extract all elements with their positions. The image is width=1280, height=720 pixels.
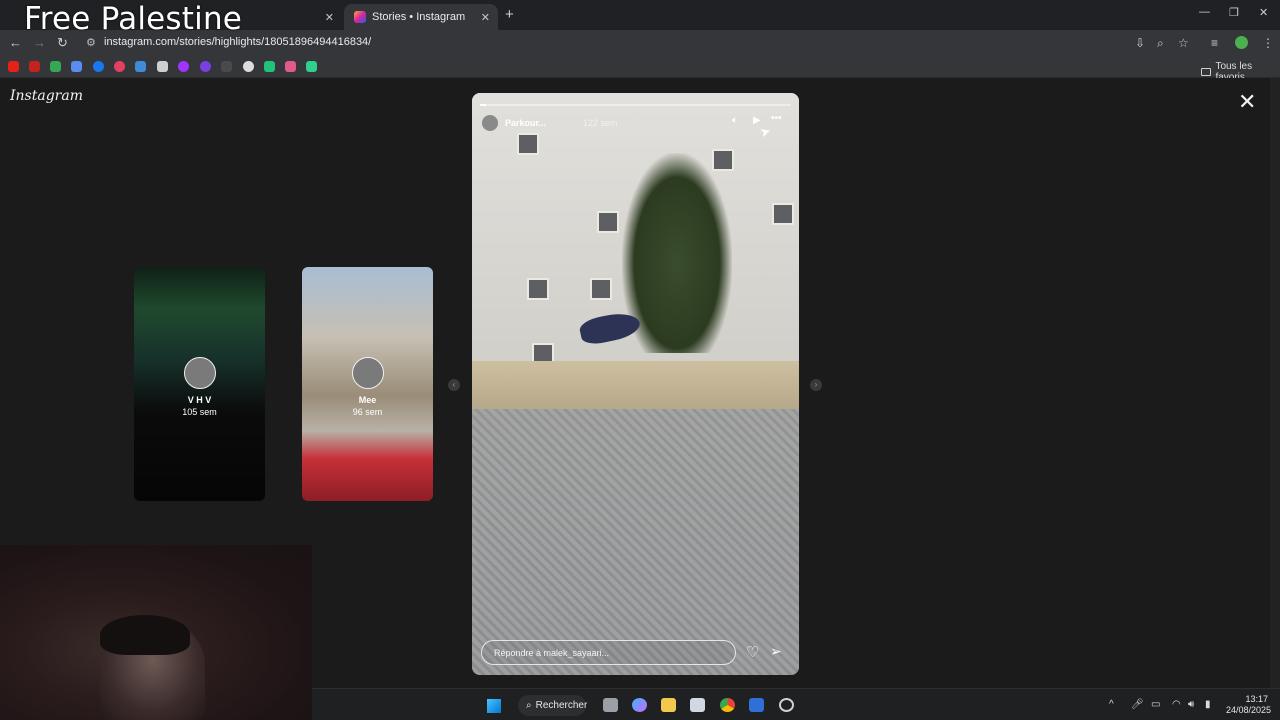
story-image-pavement [472,409,799,675]
instagram-favicon-icon [354,11,366,23]
chrome-icon[interactable] [720,698,735,712]
story-image-detail [527,278,549,300]
bookmark-site-icon[interactable] [157,61,168,72]
story-image [472,93,799,383]
battery-icon[interactable]: ▭ [1151,699,1160,710]
reply-input[interactable]: Répondre à malek_sayaari... [481,640,736,665]
bookmark-gmail-icon[interactable] [29,61,40,72]
editor-icon[interactable] [749,698,764,712]
send-icon[interactable]: ➢ [770,643,782,660]
tab-instagram-stories[interactable]: Stories • Instagram ✕ [344,4,498,30]
webcam-overlay [0,545,312,720]
story-progress-fill [480,104,487,106]
menu-icon[interactable]: ⋮ [1262,36,1274,50]
install-icon[interactable]: ⇩ [1135,36,1145,50]
bookmarks-bar: Tous les favoris [0,56,1280,83]
site-info-icon[interactable]: ⚙ [86,36,96,49]
close-window-icon[interactable]: ✕ [1259,6,1268,19]
story-image-detail [772,203,794,225]
story-image-detail [517,133,539,155]
show-hidden-icons-icon[interactable]: ^ [1109,699,1114,710]
side-story-time: 105 sem [182,407,217,417]
bookmark-youtube-icon[interactable] [8,61,19,72]
clock-date: 24/08/2025 [1226,705,1272,715]
folder-icon [1201,68,1212,76]
avatar [351,357,384,389]
story-image-detail [597,211,619,233]
heart-icon[interactable]: ♡ [746,643,759,661]
bookmark-facebook-icon[interactable] [93,61,104,72]
address-bar[interactable]: instagram.com/stories/highlights/1805189… [104,36,371,48]
wifi-icon[interactable]: ◠ [1172,699,1181,710]
taskbar-search[interactable]: ⌕ Rechercher [518,695,588,716]
story-image-detail [590,278,612,300]
avatar [183,357,216,389]
clock-time: 13:17 [1245,694,1268,704]
story-username[interactable]: Parkour... [505,118,546,128]
side-story-time: 96 sem [352,407,383,417]
close-stories-button[interactable]: ✕ [1238,91,1256,113]
bookmark-site-icon[interactable] [200,61,211,72]
task-view-icon[interactable] [603,698,618,712]
bookmark-star-icon[interactable]: ☆ [1178,36,1189,50]
bookmark-threads-icon[interactable] [243,61,254,72]
profile-icon[interactable] [1235,36,1248,49]
speaker-icon[interactable]: 🔈︎ [732,115,738,126]
minimize-icon[interactable]: — [1199,6,1210,18]
bookmark-messenger-icon[interactable] [178,61,189,72]
search-icon: ⌕ [526,700,532,711]
reload-button[interactable]: ↻ [57,35,68,51]
bookmark-site-icon[interactable] [71,61,82,72]
start-button[interactable] [487,699,501,713]
story-progress-bar [480,104,791,106]
instagram-logo[interactable]: Instagram [10,88,83,104]
reading-list-icon[interactable]: ≡ [1211,36,1218,50]
system-clock[interactable]: 13:17 24/08/2025 [1226,694,1272,716]
back-button[interactable]: ← [9,35,22,50]
microphone-icon[interactable]: 🎤︎ [1131,699,1144,710]
bookmark-site-icon[interactable] [114,61,125,72]
store-icon[interactable] [690,698,705,712]
side-story-name: Mee [358,395,377,405]
side-story-name: V H V [187,395,212,405]
volume-icon[interactable]: 🔊︎ [1188,699,1194,710]
active-story[interactable]: Parkour... 122 sem 🔈︎ ▶ ••• ➤ Répondre à… [472,93,799,675]
bookmark-site-icon[interactable] [135,61,146,72]
restore-icon[interactable]: ❐ [1229,6,1239,19]
previous-story-arrow-icon[interactable]: ‹ [448,379,460,391]
bookmark-site-icon[interactable] [221,61,232,72]
story-time: 122 sem [583,118,618,128]
file-explorer-icon[interactable] [661,698,676,712]
bookmark-site-icon[interactable] [264,61,275,72]
bookmark-site-icon[interactable] [285,61,296,72]
reply-placeholder: Répondre à malek_sayaari... [494,648,610,658]
app-icon[interactable] [779,698,794,712]
forward-button[interactable]: → [33,35,46,50]
story-author-avatar[interactable] [481,114,499,132]
tab-label: Stories • Instagram [372,11,466,23]
close-tab-icon[interactable]: ✕ [481,11,490,24]
story-image-wall [472,361,799,409]
side-story-card[interactable]: V H V 105 sem [134,267,265,501]
close-tab-icon[interactable]: ✕ [325,11,334,24]
watermark-overlay: Free Palestine [24,1,243,37]
power-icon[interactable]: ▮ [1205,699,1211,710]
new-tab-button[interactable]: + [505,6,514,23]
bookmark-maps-icon[interactable] [50,61,61,72]
more-icon[interactable]: ••• [771,113,782,124]
taskbar-search-label: Rechercher [535,700,588,711]
bookmark-site-icon[interactable] [306,61,317,72]
copilot-icon[interactable] [632,698,647,712]
webcam-person-hair [100,615,190,655]
side-story-card[interactable]: Mee 96 sem [302,267,433,501]
page-scrollbar[interactable] [1270,78,1280,688]
next-story-arrow-icon[interactable]: › [810,379,822,391]
zoom-icon[interactable]: ⌕ [1157,36,1164,51]
